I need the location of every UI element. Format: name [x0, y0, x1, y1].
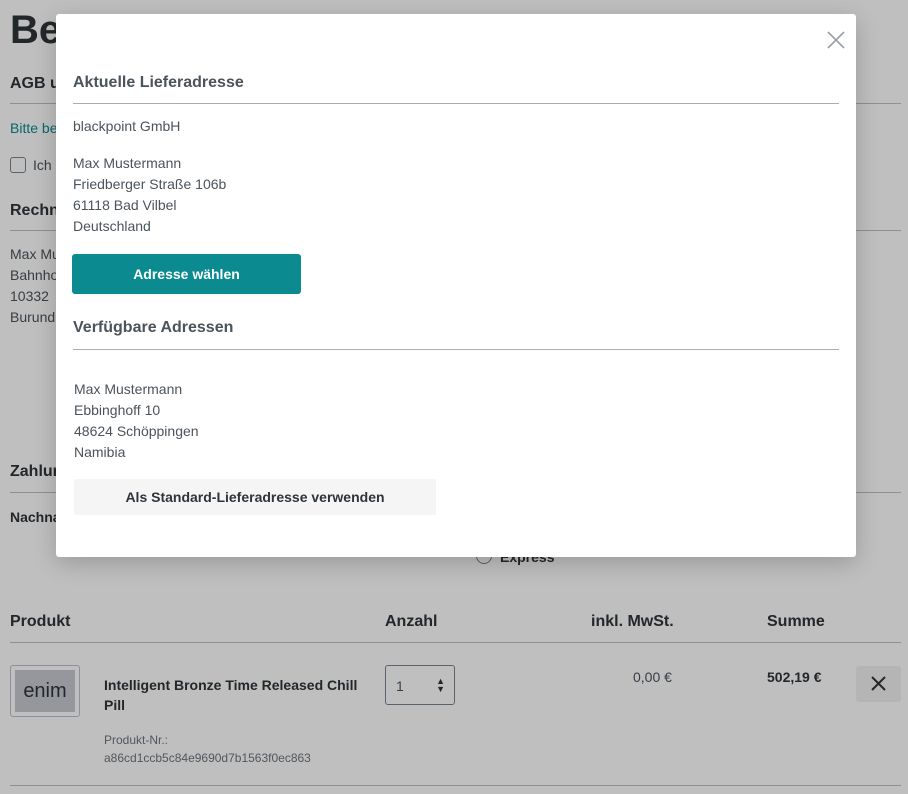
close-button[interactable]	[824, 28, 848, 52]
current-address-line: 61118 Bad Vilbel	[73, 197, 177, 213]
available-address-line: Max Mustermann	[74, 381, 183, 397]
current-address-heading: Aktuelle Lieferadresse	[73, 74, 244, 91]
current-address-line: Friedberger Straße 106b	[73, 176, 227, 192]
available-address-line: 48624 Schöppingen	[74, 423, 199, 439]
current-address-line: Max Mustermann	[73, 155, 182, 171]
set-default-shipping-button[interactable]: Als Standard-Lieferadresse verwenden	[74, 479, 436, 515]
current-address-line: Deutschland	[73, 218, 151, 234]
divider	[73, 349, 839, 350]
select-address-button[interactable]: Adresse wählen	[72, 254, 301, 294]
current-address-company: blackpoint GmbH	[73, 118, 181, 134]
available-addresses-heading: Verfügbare Adressen	[73, 319, 234, 336]
close-icon	[827, 31, 845, 49]
divider	[73, 103, 839, 104]
address-modal: Aktuelle Lieferadresse blackpoint GmbH M…	[56, 14, 856, 557]
available-address-line: Namibia	[74, 444, 126, 460]
available-address-line: Ebbinghoff 10	[74, 402, 161, 418]
